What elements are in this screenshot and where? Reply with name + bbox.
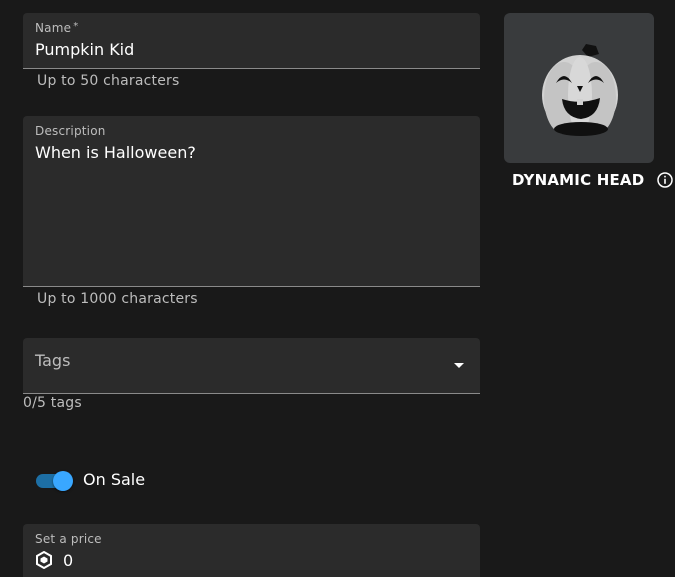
name-label: Name * bbox=[35, 21, 78, 35]
name-field[interactable]: Name * Pumpkin Kid bbox=[23, 13, 480, 69]
price-label: Set a price bbox=[35, 532, 102, 546]
name-label-text: Name bbox=[35, 21, 72, 35]
name-helper-text: Up to 50 characters bbox=[37, 73, 180, 89]
name-input[interactable]: Pumpkin Kid bbox=[35, 40, 134, 59]
chevron-down-icon[interactable] bbox=[454, 363, 464, 368]
item-thumbnail bbox=[504, 13, 654, 163]
description-field[interactable]: Description When is Halloween? bbox=[23, 116, 480, 287]
description-helper-text: Up to 1000 characters bbox=[37, 291, 198, 307]
info-icon[interactable] bbox=[657, 172, 673, 188]
tags-dropdown[interactable]: Tags bbox=[23, 338, 480, 394]
tags-count: 0/5 tags bbox=[23, 395, 82, 411]
required-mark: * bbox=[73, 21, 79, 32]
asset-type-label: DYNAMIC HEAD bbox=[512, 171, 645, 189]
pumpkin-head-icon bbox=[542, 44, 618, 136]
price-field[interactable]: Set a price 0 bbox=[23, 524, 480, 577]
robux-icon bbox=[36, 551, 52, 569]
price-input[interactable]: 0 bbox=[63, 551, 73, 570]
description-input[interactable]: When is Halloween? bbox=[35, 143, 196, 162]
toggle-thumb bbox=[53, 471, 73, 491]
item-configuration-page: Name * Pumpkin Kid Up to 50 characters De… bbox=[0, 0, 675, 577]
on-sale-label: On Sale bbox=[83, 470, 146, 489]
tags-placeholder: Tags bbox=[35, 351, 71, 370]
description-label: Description bbox=[35, 124, 106, 138]
on-sale-toggle[interactable] bbox=[36, 471, 74, 491]
